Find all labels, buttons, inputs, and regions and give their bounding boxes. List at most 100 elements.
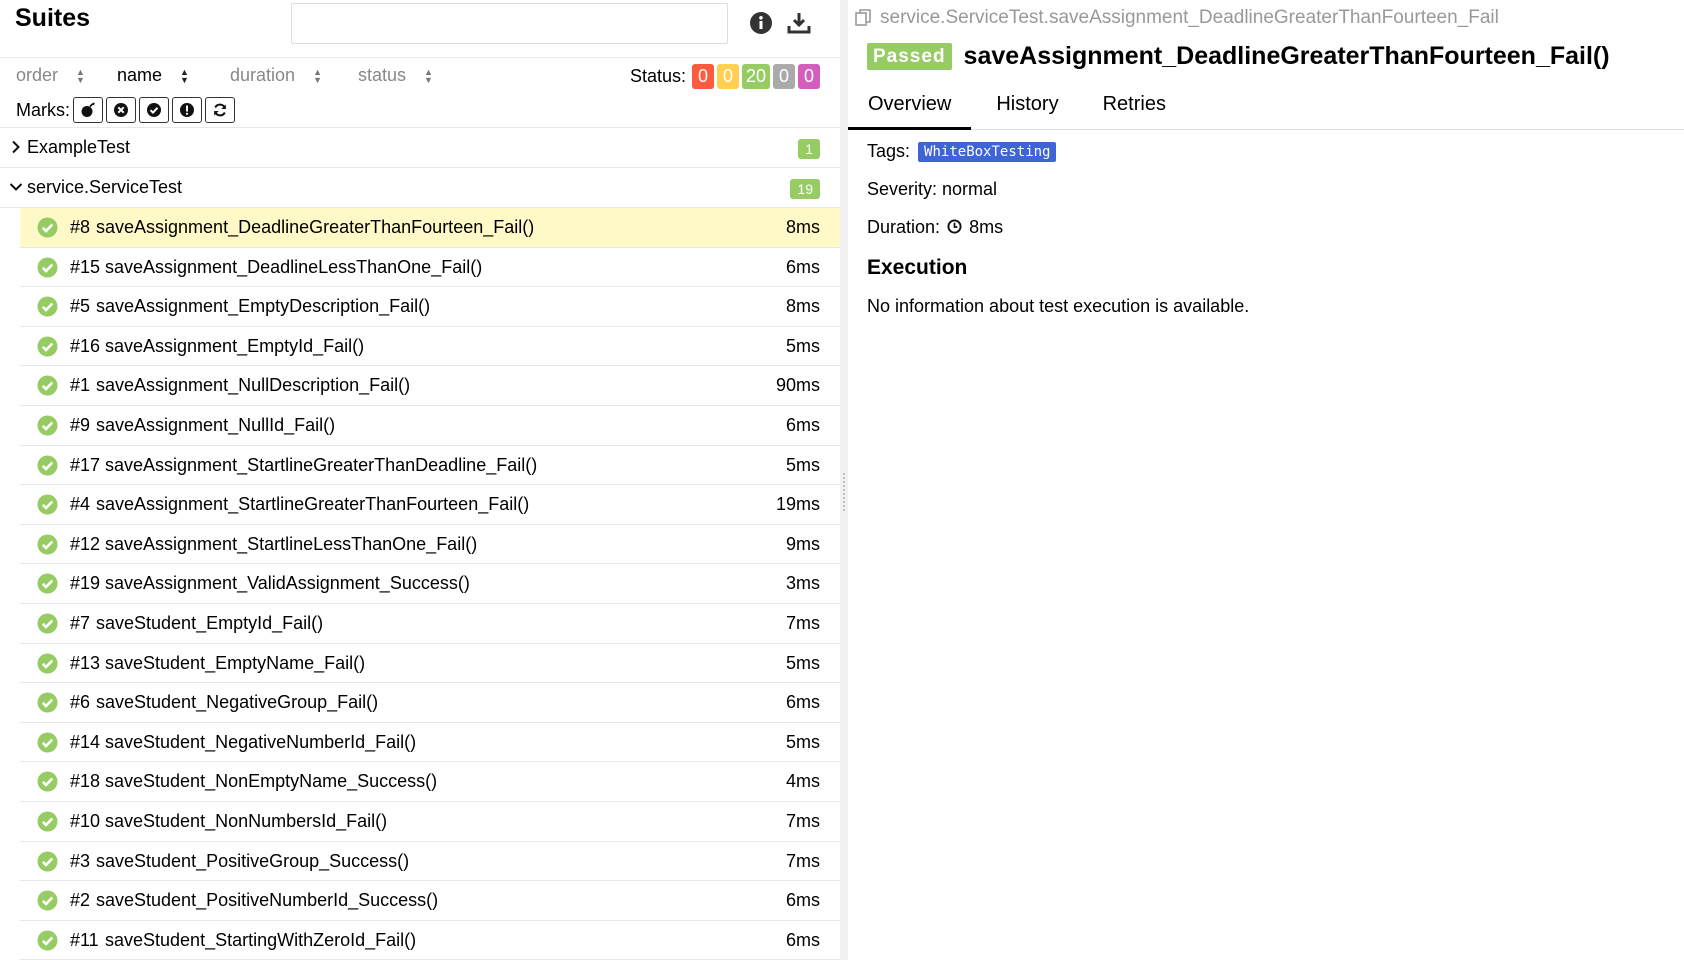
test-duration: 6ms: [785, 929, 820, 950]
download-icon[interactable]: [786, 10, 812, 36]
test-row[interactable]: #15 saveAssignment_DeadlineLessThanOne_Fa…: [20, 248, 840, 288]
duration-label: Duration:: [867, 217, 941, 237]
group-row-servicetest[interactable]: service.ServiceTest 19: [0, 168, 840, 208]
test-row[interactable]: #10 saveStudent_NonNumbersId_Fail() 7ms: [20, 802, 840, 842]
marks-buttons: [73, 97, 235, 123]
clock-icon: [947, 219, 962, 234]
test-row[interactable]: #4 saveAssignment_StartlineGreaterThanFou…: [20, 485, 840, 525]
test-duration: 5ms: [785, 335, 820, 356]
status-broken-toggle[interactable]: 0: [716, 64, 739, 89]
search-input[interactable]: [291, 3, 728, 44]
pane-splitter[interactable]: [840, 0, 848, 960]
new-passed-mark-button[interactable]: [139, 97, 169, 123]
marks-bar: Marks:: [0, 93, 840, 128]
test-row[interactable]: #7 saveStudent_EmptyId_Fail() 7ms: [20, 604, 840, 644]
passed-check-icon: [37, 811, 58, 832]
sort-arrows-icon: ▲ ▼: [180, 66, 189, 85]
status-skipped-toggle[interactable]: 0: [773, 64, 795, 89]
status-label: Status:: [629, 66, 686, 86]
exclamation-circle-icon: [180, 103, 194, 117]
tag-badge[interactable]: WhiteBoxTesting: [918, 142, 1057, 162]
test-row[interactable]: #2 saveStudent_PositiveNumberId_Success()…: [20, 881, 840, 921]
test-duration: 5ms: [785, 731, 820, 752]
sort-duration[interactable]: duration ▲ ▼: [230, 65, 322, 86]
duration-value: 8ms: [969, 217, 1004, 237]
detail-tabs: Overview History Retries: [848, 88, 1684, 130]
test-row[interactable]: #13 saveStudent_EmptyName_Fail() 5ms: [20, 644, 840, 684]
test-row[interactable]: #16 saveAssignment_EmptyId_Fail() 5ms: [20, 327, 840, 367]
flaky-mark-button[interactable]: [73, 97, 103, 123]
copy-icon[interactable]: [854, 8, 874, 28]
severity-line: Severity: normal: [867, 179, 998, 199]
test-name: saveAssignment_DeadlineGreaterThanFourte…: [96, 217, 535, 237]
new-failed-mark-button[interactable]: [106, 97, 136, 123]
test-row[interactable]: #1 saveAssignment_NullDescription_Fail() 9…: [20, 366, 840, 406]
passed-check-icon: [37, 296, 58, 317]
test-duration: 3ms: [785, 573, 820, 594]
passed-check-icon: [37, 732, 58, 753]
sort-arrows-icon: ▲ ▼: [424, 66, 433, 85]
execution-heading: Execution: [867, 256, 968, 279]
test-duration: 7ms: [785, 612, 820, 633]
test-order: #16: [70, 335, 101, 356]
info-icon[interactable]: [748, 10, 774, 36]
test-order: #13: [70, 652, 101, 673]
tab-retries[interactable]: Retries: [1083, 88, 1186, 130]
passed-check-icon: [37, 613, 58, 634]
test-row[interactable]: #14 saveStudent_NegativeNumberId_Fail() 5m…: [20, 723, 840, 763]
tab-overview[interactable]: Overview: [848, 88, 972, 130]
test-duration: 9ms: [785, 533, 820, 554]
test-name: saveStudent_EmptyId_Fail(): [96, 612, 324, 633]
sort-status-label: status: [358, 65, 407, 85]
status-badge: Passed: [867, 43, 952, 70]
passed-check-icon: [37, 930, 58, 951]
sort-order[interactable]: order ▲ ▼: [16, 65, 85, 86]
test-row[interactable]: #18 saveStudent_NonEmptyName_Success() 4ms: [20, 762, 840, 802]
sort-status[interactable]: status ▲ ▼: [358, 65, 433, 86]
test-name: saveStudent_NegativeNumberId_Fail(): [105, 731, 417, 752]
test-name: saveAssignment_StartlineLessThanOne_Fail…: [105, 533, 478, 554]
retries-mark-button[interactable]: [205, 97, 235, 123]
chevron-right-icon: [12, 140, 20, 154]
test-name: saveStudent_NonNumbersId_Fail(): [105, 810, 388, 831]
execution-text: No information about test execution is a…: [867, 296, 1250, 316]
test-order: #19: [70, 573, 101, 594]
bomb-icon: [81, 102, 95, 117]
test-order: #17: [70, 454, 101, 475]
test-duration: 5ms: [785, 652, 820, 673]
test-row[interactable]: #17 saveAssignment_StartlineGreaterThanDe…: [20, 446, 840, 486]
status-failed-toggle[interactable]: 0: [691, 64, 714, 89]
test-row[interactable]: #3 saveStudent_PositiveGroup_Success() 7ms: [20, 842, 840, 882]
duration-line: Duration: 8ms: [867, 217, 1003, 238]
status-passed-toggle[interactable]: 20: [741, 64, 770, 89]
test-order: #8: [70, 217, 91, 237]
suites-pane: Suites order ▲ ▼ name ▲ ▼ duration ▲ ▼ s…: [0, 0, 840, 960]
status-filter: Status: 0 0 20 0 0: [630, 64, 820, 89]
test-row[interactable]: #6 saveStudent_NegativeGroup_Fail() 6ms: [20, 683, 840, 723]
status-unknown-toggle[interactable]: 0: [798, 64, 820, 89]
test-name: saveStudent_PositiveGroup_Success(): [96, 850, 410, 871]
tab-history[interactable]: History: [976, 88, 1078, 130]
passed-check-icon: [37, 455, 58, 476]
group-row-exampletest[interactable]: ExampleTest 1: [0, 128, 840, 168]
test-row[interactable]: #12 saveAssignment_StartlineLessThanOne_F…: [20, 525, 840, 565]
chevron-down-icon: [9, 183, 23, 191]
test-order: #4: [70, 494, 91, 515]
test-name: saveAssignment_EmptyId_Fail(): [105, 335, 365, 356]
test-order: #14: [70, 731, 101, 752]
test-row[interactable]: #5 saveAssignment_EmptyDescription_Fail()…: [20, 287, 840, 327]
passed-check-icon: [37, 336, 58, 357]
test-duration: 4ms: [785, 771, 820, 792]
test-row[interactable]: #19 saveAssignment_ValidAssignment_Succes…: [20, 564, 840, 604]
sort-name[interactable]: name ▲ ▼: [117, 65, 189, 86]
test-name: saveStudent_NonEmptyName_Success(): [105, 771, 438, 792]
test-row[interactable]: #11 saveStudent_StartingWithZeroId_Fail()…: [20, 921, 840, 960]
passed-check-icon: [37, 653, 58, 674]
test-row[interactable]: #9 saveAssignment_NullId_Fail() 6ms: [20, 406, 840, 446]
check-circle-icon: [147, 103, 161, 117]
test-row[interactable]: #8 saveAssignment_DeadlineGreaterThanFour…: [20, 208, 840, 248]
splitter-grip-icon: [842, 472, 846, 512]
passed-check-icon: [37, 771, 58, 792]
new-broken-mark-button[interactable]: [172, 97, 202, 123]
test-duration: 90ms: [775, 375, 820, 396]
